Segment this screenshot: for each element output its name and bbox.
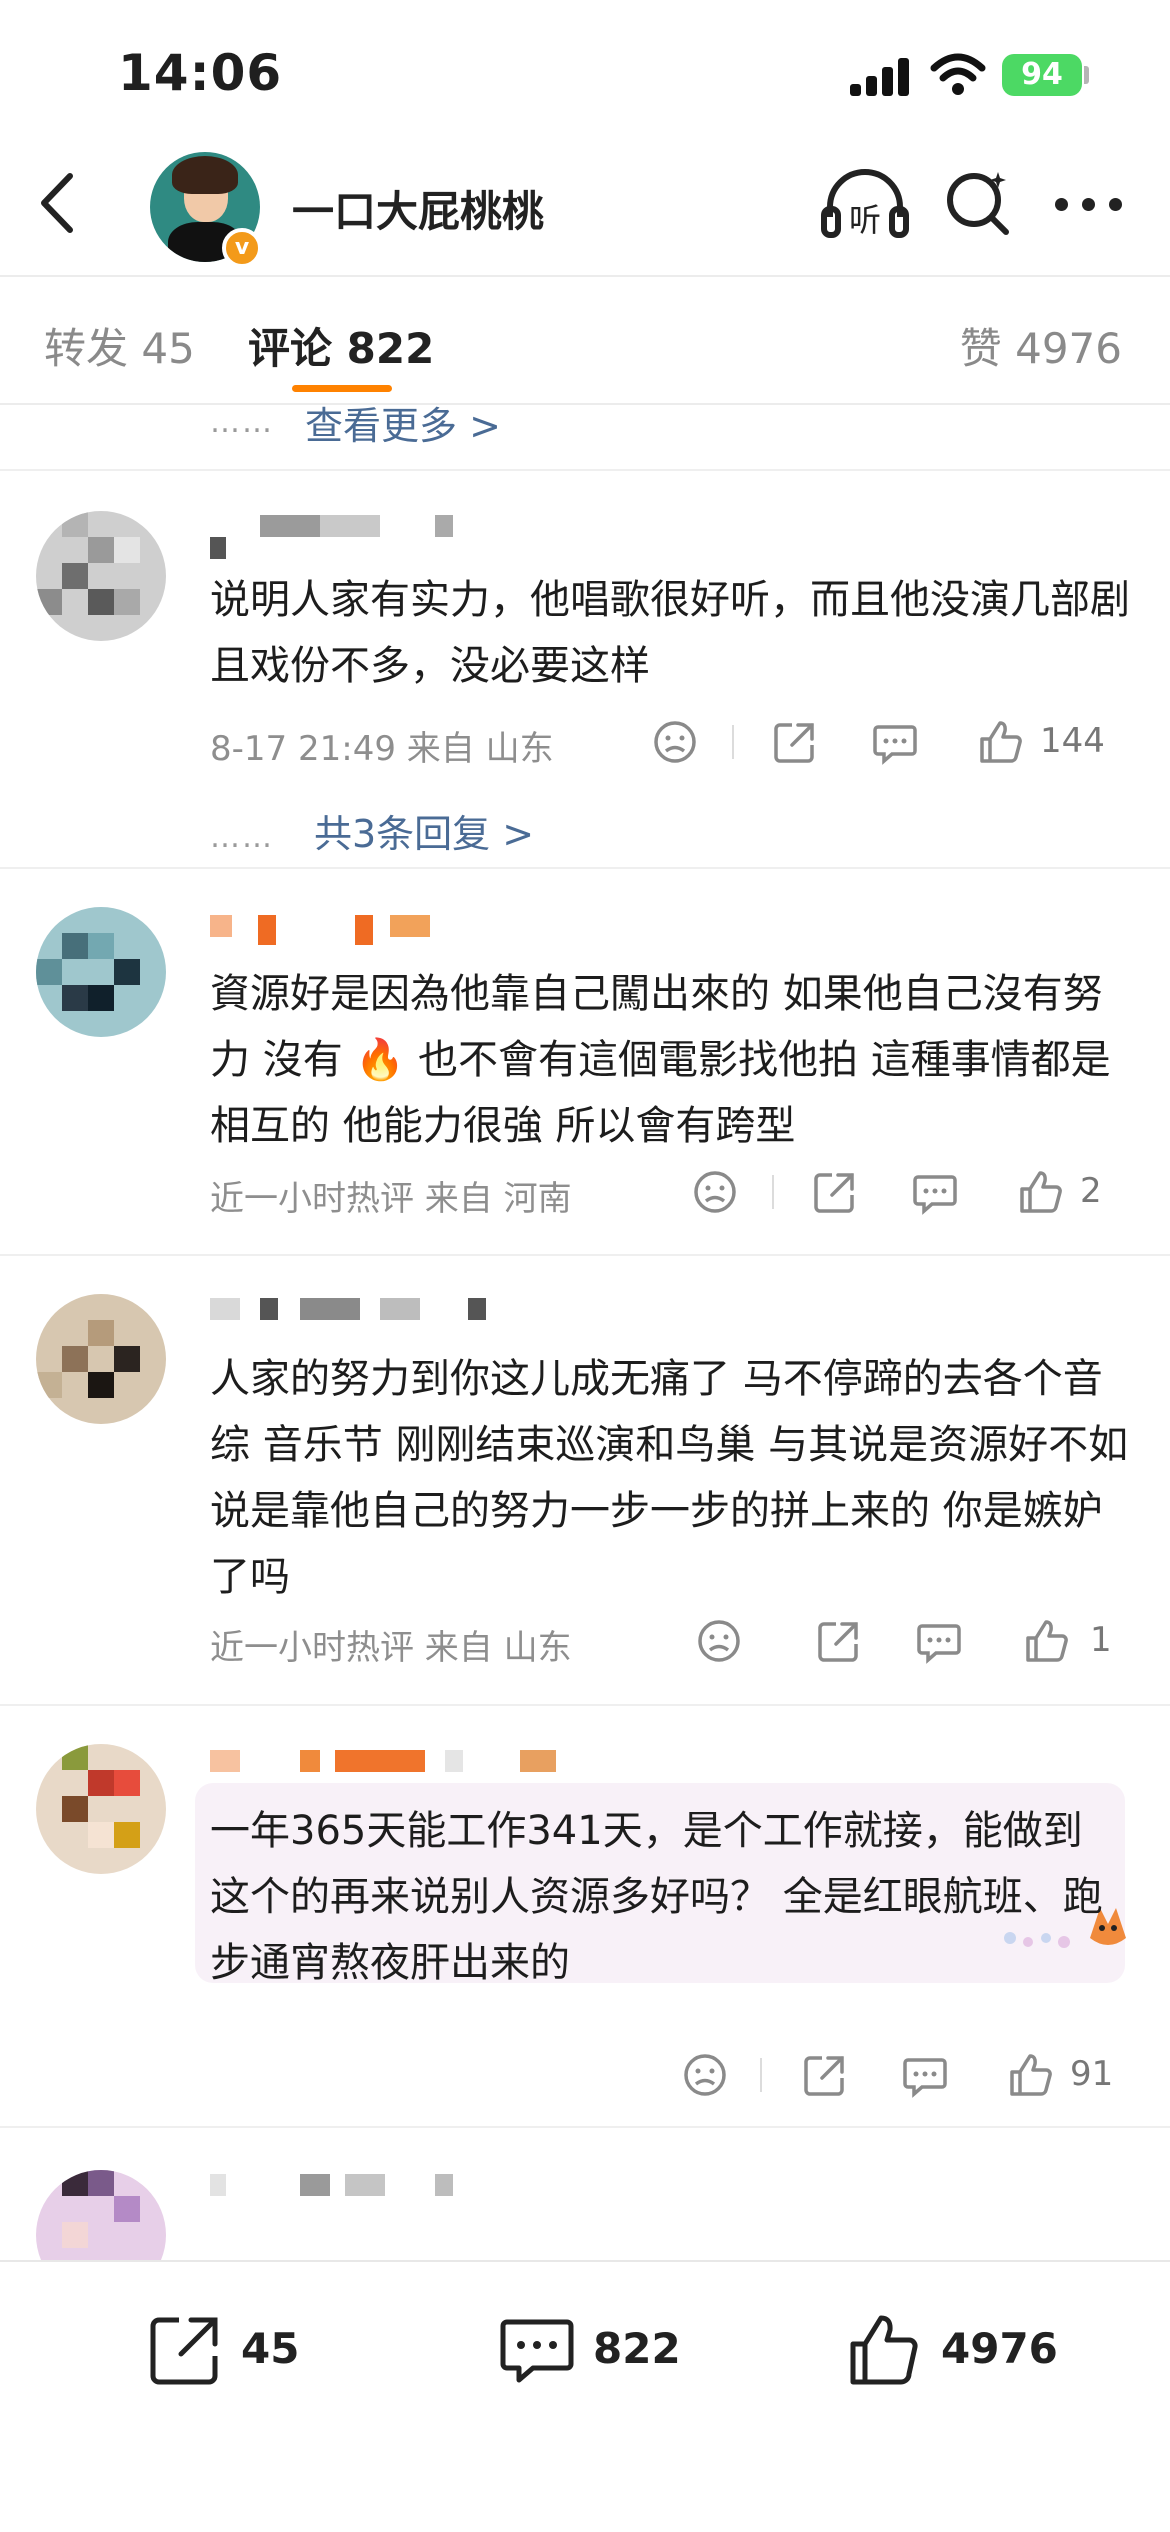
more-options-icon[interactable] <box>1055 198 1125 214</box>
comment-actions: 144 <box>650 717 1130 767</box>
comment-meta: 近一小时热评 来自 山东 <box>210 1628 572 1668</box>
tab-like[interactable]: 赞 4976 <box>960 315 1122 376</box>
thumbs-up-icon <box>850 2315 918 2385</box>
post-header: v 一口大屁桃桃 听 <box>0 140 1170 275</box>
verified-badge-icon: v <box>222 228 262 268</box>
commenter-name[interactable] <box>210 1750 556 1780</box>
share-icon[interactable] <box>770 717 820 767</box>
like-button[interactable]: 4976 <box>845 2310 1085 2390</box>
like-count-total: 4976 <box>941 2324 1058 2373</box>
action-divider <box>772 1175 774 1209</box>
search-icon[interactable] <box>944 166 1014 238</box>
cellular-signal-icon <box>850 56 912 96</box>
action-divider <box>760 2058 762 2092</box>
dislike-icon[interactable] <box>650 717 700 767</box>
commenter-avatar[interactable] <box>36 907 166 1037</box>
commenter-avatar[interactable] <box>36 1744 166 1874</box>
status-time: 14:06 <box>118 44 283 102</box>
share-icon[interactable] <box>800 2050 850 2100</box>
weibo-comments-page: 14:06 94 v 一口大屁桃桃 听 转发 45 评论 822 赞 4976 … <box>0 0 1170 2532</box>
commenter-name[interactable] <box>210 515 510 559</box>
repost-button[interactable]: 45 <box>145 2310 325 2390</box>
dislike-icon[interactable] <box>690 1167 740 1217</box>
reply-icon[interactable] <box>870 717 920 767</box>
status-bar: 14:06 94 <box>0 0 1170 130</box>
bottom-action-bar: 45 822 4976 <box>0 2260 1170 2532</box>
commenter-avatar[interactable] <box>36 1294 166 1424</box>
like-icon[interactable] <box>1022 1616 1072 1666</box>
repost-icon <box>150 2317 218 2385</box>
battery-level: 94 <box>1021 57 1063 92</box>
active-tab-indicator <box>292 385 392 392</box>
comment-actions: 1 <box>650 1616 1130 1666</box>
comment-tabs: 转发 45 评论 822 赞 4976 <box>0 275 1170 405</box>
like-icon[interactable] <box>976 717 1026 767</box>
comment-actions: 2 <box>650 1167 1130 1217</box>
listen-label: 听 <box>849 201 881 239</box>
commenter-name[interactable] <box>210 915 510 945</box>
comment-text: 資源好是因為他靠自己闖出來的 如果他自己沒有努力 沒有 🔥 也不會有這個電影找他… <box>210 971 1111 1149</box>
author-name[interactable]: 一口大屁桃桃 <box>292 178 544 239</box>
comment-feed[interactable]: …… 查看更多 > 说明人家有实力，他唱歌很好听，而且他没演几部剧且戏份不多，没… <box>0 395 1170 2260</box>
comment-icon <box>500 2319 574 2383</box>
like-count: 2 <box>1080 1171 1102 1211</box>
ellipsis-dots: …… <box>210 405 274 440</box>
reply-icon[interactable] <box>914 1616 964 1666</box>
like-count: 91 <box>1070 2054 1114 2094</box>
battery-indicator: 94 <box>1002 54 1082 96</box>
back-icon[interactable] <box>30 168 90 238</box>
ellipsis-dots: …… <box>210 820 274 855</box>
comment-count: 822 <box>593 2324 681 2373</box>
commenter-avatar[interactable] <box>36 2170 166 2260</box>
dislike-icon[interactable] <box>680 2050 730 2100</box>
commenter-name[interactable] <box>210 1298 510 1328</box>
commenter-name[interactable] <box>210 2174 510 2204</box>
comment-text: 说明人家有实力，他唱歌很好听，而且他没演几部剧且戏份不多，没必要这样 <box>210 577 1130 689</box>
reply-icon[interactable] <box>900 2050 950 2100</box>
comment-item: 说明人家有实力，他唱歌很好听，而且他没演几部剧且戏份不多，没必要这样 8-17 … <box>0 473 1170 869</box>
comment-item <box>0 2130 1170 2260</box>
wifi-icon <box>930 53 986 95</box>
comment-meta: 近一小时热评 来自 河南 <box>210 1179 572 1219</box>
comment-meta: 8-17 21:49 来自 山东 <box>210 729 554 769</box>
comment-item: 資源好是因為他靠自己闖出來的 如果他自己沒有努力 沒有 🔥 也不會有這個電影找他… <box>0 871 1170 1256</box>
tab-repost[interactable]: 转发 45 <box>44 315 195 376</box>
dislike-icon[interactable] <box>694 1616 744 1666</box>
tab-comment[interactable]: 评论 822 <box>248 315 434 376</box>
comment-text: 一年365天能工作341天，是个工作就接，能做到这个的再来说别人资源多好吗？ 全… <box>210 1808 1103 1986</box>
like-icon[interactable] <box>1016 1167 1066 1217</box>
like-icon[interactable] <box>1006 2050 1056 2100</box>
view-more-link[interactable]: 查看更多 > <box>305 395 501 450</box>
more-link-row: …… 查看更多 > <box>0 395 1170 471</box>
comment-text: 人家的努力到你这儿成无痛了 马不停蹄的去各个音综 音乐节 刚刚结束巡演和鸟巢 与… <box>210 1356 1129 1600</box>
commenter-avatar[interactable] <box>36 511 166 641</box>
repost-count: 45 <box>241 2324 300 2373</box>
listen-headphone-icon[interactable]: 听 <box>820 165 910 245</box>
reply-icon[interactable] <box>910 1167 960 1217</box>
share-icon[interactable] <box>810 1167 860 1217</box>
replies-link[interactable]: …… 共3条回复 > <box>210 803 534 858</box>
comment-actions: 91 <box>650 2050 1130 2100</box>
like-count: 144 <box>1040 721 1105 761</box>
comment-item: 一年365天能工作341天，是个工作就接，能做到这个的再来说别人资源多好吗？ 全… <box>0 1708 1170 2128</box>
action-divider <box>732 725 734 759</box>
like-count: 1 <box>1090 1620 1112 1660</box>
comment-item: 人家的努力到你这儿成无痛了 马不停蹄的去各个音综 音乐节 刚刚结束巡演和鸟巢 与… <box>0 1258 1170 1706</box>
share-icon[interactable] <box>814 1616 864 1666</box>
comment-button[interactable]: 822 <box>497 2310 697 2390</box>
battery-tip <box>1084 66 1089 84</box>
replies-count-link[interactable]: 共3条回复 > <box>314 812 534 856</box>
